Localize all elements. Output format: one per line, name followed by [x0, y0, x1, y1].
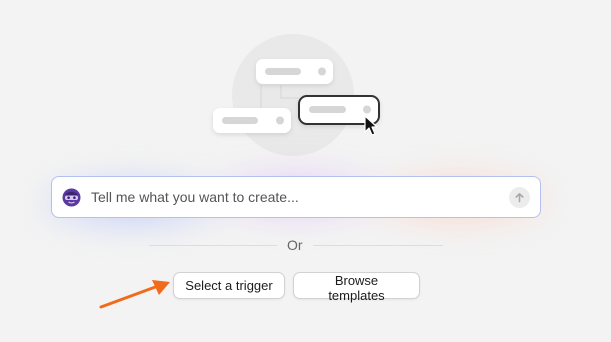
send-button[interactable]: [509, 187, 530, 208]
browse-templates-button[interactable]: Browse templates: [293, 272, 420, 303]
or-divider: Or: [149, 236, 443, 256]
divider-line-right: [313, 245, 443, 246]
workflow-nodes-icon: [213, 34, 380, 156]
select-trigger-button[interactable]: Select a trigger: [173, 272, 285, 299]
prompt-box[interactable]: [51, 176, 541, 218]
divider-label: Or: [287, 237, 303, 253]
workflow-illustration: [205, 28, 395, 163]
arrow-up-icon: [515, 193, 524, 203]
prompt-input[interactable]: [91, 185, 495, 209]
divider-line-left: [149, 245, 277, 246]
masked-assistant-avatar-icon: [62, 188, 81, 207]
pointer-arrow-icon: [99, 280, 170, 309]
